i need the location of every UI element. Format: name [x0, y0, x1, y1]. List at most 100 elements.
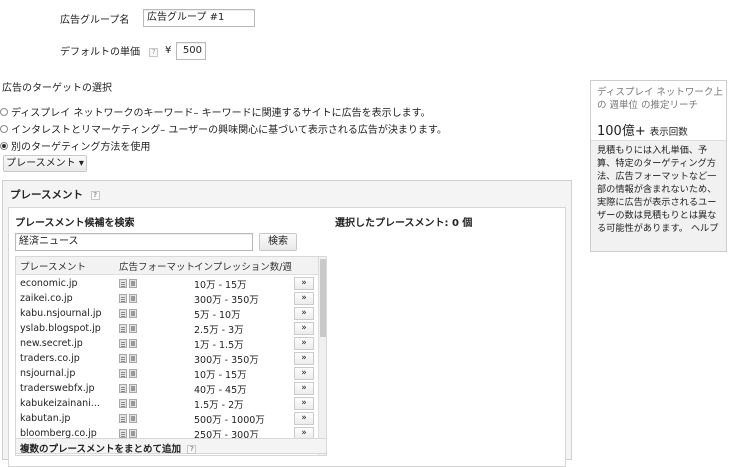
add-placement-button[interactable]: »	[294, 277, 314, 290]
impressions-value: 10万 - 15万	[194, 279, 247, 291]
table-row: new.secret.jp 1万 - 1.5万 »	[16, 336, 318, 351]
image-ad-icon	[129, 354, 137, 363]
placement-name: kabutan.jp	[20, 413, 71, 424]
placement-panel-title-text: プレースメント	[10, 189, 83, 201]
targeting-option-label: ディスプレイ ネットワークのキーワード– キーワードに関連するサイトに広告を表示…	[11, 108, 431, 119]
ad-format-icons	[119, 354, 159, 363]
targeting-option-interests[interactable]: インタレストとリマーケティング– ユーザーの興味関心に基づいて表示される広告が決…	[0, 121, 447, 136]
column-header-placement: プレースメント	[20, 261, 87, 273]
placement-results-list: プレースメント 広告フォーマット インプレッション数/週 economic.jp…	[15, 256, 327, 456]
text-ad-icon	[119, 279, 127, 288]
reach-value: 100億+	[597, 124, 646, 139]
placement-panel: プレースメント ? プレースメント候補を検索 選択したプレースメント: 0 個 …	[2, 180, 572, 467]
text-ad-icon	[119, 324, 127, 333]
text-ad-icon	[119, 369, 127, 378]
bulk-add-bar[interactable]: 複数のプレースメントをまとめて追加 ?	[15, 438, 327, 455]
column-header-impressions: インプレッション数/週	[194, 261, 292, 273]
help-icon[interactable]: ?	[90, 190, 100, 200]
placement-search-input[interactable]: 経済ニュース	[15, 233, 253, 251]
ad-format-icons	[119, 309, 159, 318]
reach-unit: 表示回数	[649, 127, 688, 138]
image-ad-icon	[129, 369, 137, 378]
table-row: nsjournal.jp 10万 - 15万 »	[16, 366, 318, 381]
radio-button[interactable]	[0, 107, 8, 116]
targeting-option-label: インタレストとリマーケティング– ユーザーの興味関心に基づいて表示される広告が決…	[11, 125, 447, 136]
placement-name: economic.jp	[20, 278, 78, 289]
table-row: economic.jp 10万 - 15万 »	[16, 276, 318, 291]
impressions-value: 300万 - 350万	[194, 354, 259, 366]
ad-format-icons	[119, 369, 159, 378]
ad-format-icons	[119, 294, 159, 303]
placement-name: traders.co.jp	[20, 353, 80, 364]
table-row: traders.co.jp 300万 - 350万 »	[16, 351, 318, 366]
placement-name: zaikei.co.jp	[20, 293, 73, 304]
placement-name: traderswebfx.jp	[20, 383, 95, 394]
text-ad-icon	[119, 294, 127, 303]
impressions-value: 2.5万 - 3万	[194, 324, 244, 336]
ad-format-icons	[119, 279, 159, 288]
image-ad-icon	[129, 414, 137, 423]
image-ad-icon	[129, 399, 137, 408]
image-ad-icon	[129, 279, 137, 288]
text-ad-icon	[119, 399, 127, 408]
results-scrollbar[interactable]	[318, 257, 326, 455]
placement-name: kabukeizainani...	[20, 398, 100, 409]
selected-placements-label: 選択したプレースメント: 0 個	[335, 218, 473, 229]
add-placement-button[interactable]: »	[294, 352, 314, 365]
impressions-value: 40万 - 45万	[194, 384, 247, 396]
ad-format-icons	[119, 429, 159, 438]
radio-button-selected[interactable]	[0, 141, 8, 150]
table-row: kabu.nsjournal.jp 5万 - 10万 »	[16, 306, 318, 321]
add-placement-button[interactable]: »	[294, 337, 314, 350]
text-ad-icon	[119, 414, 127, 423]
results-header: プレースメント 広告フォーマット インプレッション数/週	[16, 257, 318, 275]
table-row: traderswebfx.jp 40万 - 45万 »	[16, 381, 318, 396]
ad-format-icons	[119, 414, 159, 423]
table-row: kabukeizainani... 1.5万 - 2万 »	[16, 396, 318, 411]
image-ad-icon	[129, 339, 137, 348]
add-placement-button[interactable]: »	[294, 292, 314, 305]
targeting-option-label: 別のターゲティング方法を使用	[11, 142, 151, 153]
ad-group-name-label: 広告グループ名	[60, 15, 130, 26]
targeting-method-dropdown[interactable]: プレースメント ▾	[3, 155, 87, 172]
image-ad-icon	[129, 309, 137, 318]
text-ad-icon	[119, 384, 127, 393]
targeting-option-other[interactable]: 別のターゲティング方法を使用	[0, 138, 150, 153]
add-placement-button[interactable]: »	[294, 307, 314, 320]
table-row: yslab.blogspot.jp 2.5万 - 3万 »	[16, 321, 318, 336]
image-ad-icon	[129, 429, 137, 438]
impressions-value: 1万 - 1.5万	[194, 339, 244, 351]
image-ad-icon	[129, 294, 137, 303]
impressions-value: 10万 - 15万	[194, 369, 247, 381]
text-ad-icon	[119, 339, 127, 348]
scrollbar-thumb[interactable]	[320, 259, 326, 337]
search-button[interactable]: 検索	[259, 233, 297, 251]
add-placement-button[interactable]: »	[294, 412, 314, 425]
impressions-value: 500万 - 1000万	[194, 414, 265, 426]
placement-panel-title: プレースメント ?	[10, 187, 100, 202]
column-header-format: 広告フォーマット	[119, 261, 196, 273]
add-placement-button[interactable]: »	[294, 367, 314, 380]
placement-name: kabu.nsjournal.jp	[20, 308, 102, 319]
ad-format-icons	[119, 324, 159, 333]
add-placement-button[interactable]: »	[294, 322, 314, 335]
ad-format-icons	[119, 384, 159, 393]
reach-estimate-panel: ディスプレイ ネットワーク上の 週単位 の推定リーチ 100億+ 表示回数 見積…	[590, 80, 727, 252]
bulk-add-label: 複数のプレースメントをまとめて追加	[20, 444, 182, 455]
add-placement-button[interactable]: »	[294, 397, 314, 410]
text-ad-icon	[119, 429, 127, 438]
targeting-option-keywords[interactable]: ディスプレイ ネットワークのキーワード– キーワードに関連するサイトに広告を表示…	[0, 104, 431, 119]
radio-button[interactable]	[0, 124, 8, 133]
help-icon[interactable]: ?	[149, 47, 159, 57]
default-bid-label: デフォルトの単価 ?	[60, 43, 159, 58]
help-icon[interactable]: ?	[187, 445, 197, 454]
ad-group-name-input[interactable]: 広告グループ #1	[143, 9, 255, 27]
add-placement-button[interactable]: »	[294, 382, 314, 395]
placement-search-title: プレースメント候補を検索	[15, 218, 135, 229]
currency-symbol: ¥	[165, 45, 172, 56]
table-row: kabutan.jp 500万 - 1000万 »	[16, 411, 318, 426]
placement-name: new.secret.jp	[20, 338, 83, 349]
impressions-value: 1.5万 - 2万	[194, 399, 244, 411]
default-bid-input[interactable]: 500	[176, 42, 206, 60]
impressions-value: 5万 - 10万	[194, 309, 241, 321]
